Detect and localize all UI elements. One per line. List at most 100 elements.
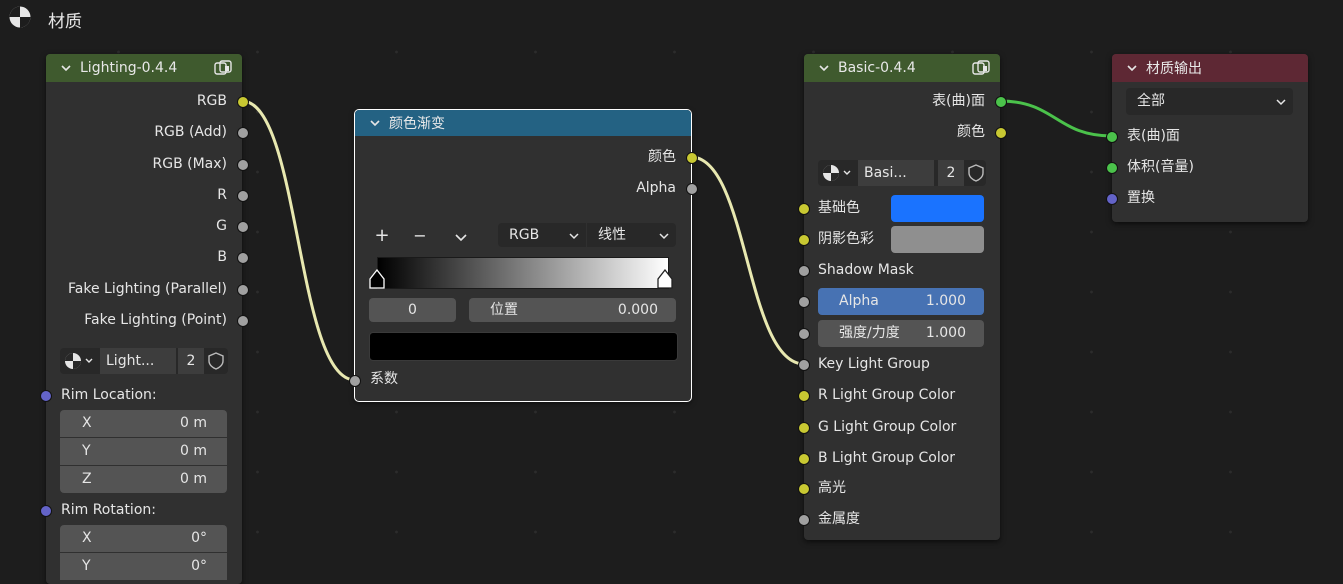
rim-location-x[interactable]: X 0 m	[60, 410, 227, 437]
socket-g-light-in[interactable]	[798, 422, 810, 434]
input-g-light-label: G Light Group Color	[818, 419, 957, 435]
socket-key-light-in[interactable]	[798, 359, 810, 371]
collapse-chevron-icon[interactable]	[818, 62, 830, 74]
node-group-icon[interactable]	[972, 60, 990, 76]
socket-rim-rotation[interactable]	[40, 505, 52, 517]
input-shadow-color-label: 阴影色彩	[818, 231, 874, 247]
socket-alpha-in[interactable]	[798, 296, 810, 308]
material-browse-icon[interactable]	[60, 348, 96, 374]
material-output-header[interactable]: 材质输出	[1112, 54, 1308, 82]
socket-alpha-out[interactable]	[686, 183, 698, 195]
fake-user-shield-icon[interactable]	[206, 351, 226, 371]
chevron-down-icon	[1276, 99, 1286, 106]
gradient-bar[interactable]	[377, 257, 669, 289]
socket-surface-out[interactable]	[995, 96, 1007, 108]
lighting-node[interactable]: Lighting-0.4.4 RGB RGB (Add) RGB (Max) R…	[46, 54, 242, 584]
output-b: B	[217, 249, 227, 265]
chevron-down-icon	[569, 233, 579, 240]
datablock-name[interactable]: Basi...	[858, 160, 934, 186]
target-select[interactable]: 全部	[1126, 88, 1293, 115]
remove-stop-button[interactable]: −	[407, 224, 433, 248]
strength-value: 1.000	[925, 325, 966, 341]
socket-factor-in[interactable]	[349, 375, 361, 387]
rim-location-z-value: 0 m	[180, 471, 207, 487]
basic-node-header[interactable]: Basic-0.4.4	[804, 54, 1000, 82]
output-rgb-add: RGB (Add)	[154, 124, 227, 140]
socket-rgb-max[interactable]	[237, 159, 249, 171]
rim-location-z[interactable]: Z 0 m	[60, 466, 227, 493]
stop-color-swatch[interactable]	[369, 332, 678, 361]
socket-strength-in[interactable]	[798, 328, 810, 340]
output-alpha: Alpha	[636, 180, 676, 196]
rim-rotation-x[interactable]: X 0°	[60, 525, 227, 552]
fake-user-shield-icon[interactable]	[966, 163, 986, 183]
socket-fake-point[interactable]	[237, 315, 249, 327]
shadow-color-swatch[interactable]	[891, 226, 984, 253]
color-mode-select[interactable]: RGB	[498, 223, 586, 247]
socket-rgb-add[interactable]	[237, 127, 249, 139]
output-rgb: RGB	[196, 93, 227, 109]
socket-b-light-in[interactable]	[798, 453, 810, 465]
lighting-node-header[interactable]: Lighting-0.4.4	[46, 54, 242, 82]
editor-title: 材质	[48, 12, 82, 32]
material-output-node[interactable]: 材质输出 全部 表(曲)面 体积(音量) 置换	[1112, 54, 1308, 222]
target-value: 全部	[1137, 93, 1165, 109]
rim-location-x-value: 0 m	[180, 415, 207, 431]
socket-rgb[interactable]	[237, 96, 249, 108]
rim-rotation-x-value: 0°	[191, 530, 207, 546]
rim-location-y[interactable]: Y 0 m	[60, 438, 227, 465]
socket-r-light-in[interactable]	[798, 390, 810, 402]
socket-base-color-in[interactable]	[798, 203, 810, 215]
input-key-light-label: Key Light Group	[818, 356, 930, 372]
socket-surface-in[interactable]	[1106, 131, 1118, 143]
alpha-slider[interactable]: Alpha 1.000	[818, 288, 984, 315]
stop-index-value: 0	[408, 302, 417, 318]
socket-metallic-in[interactable]	[798, 514, 810, 526]
socket-fake-parallel[interactable]	[237, 284, 249, 296]
color-ramp-node[interactable]: 颜色渐变 颜色 Alpha + − RGB 线性 0 位置 0.000 系数	[354, 109, 692, 402]
basic-datablock[interactable]: Basi... 2	[818, 160, 986, 186]
socket-r[interactable]	[237, 190, 249, 202]
collapse-chevron-icon[interactable]	[369, 117, 381, 129]
socket-color-out[interactable]	[686, 152, 698, 164]
interpolation-select[interactable]: 线性	[587, 223, 676, 247]
stop-position-field[interactable]: 位置 0.000	[469, 298, 676, 322]
lighting-datablock[interactable]: Light... 2	[60, 348, 228, 374]
socket-color-out[interactable]	[995, 127, 1007, 139]
axis-z-label: Z	[82, 471, 92, 487]
stop-index-field[interactable]: 0	[369, 298, 456, 322]
collapse-chevron-icon[interactable]	[60, 62, 72, 74]
add-stop-button[interactable]: +	[369, 224, 395, 248]
socket-shadow-color-in[interactable]	[798, 234, 810, 246]
output-g: G	[216, 218, 227, 234]
strength-slider[interactable]: 强度/力度 1.000	[818, 320, 984, 347]
basic-node[interactable]: Basic-0.4.4 表(曲)面 颜色 Basi... 2 基础色 阴影色彩 …	[804, 54, 1000, 540]
rim-rotation-y-value: 0°	[191, 558, 207, 574]
output-r: R	[217, 187, 227, 203]
node-group-icon[interactable]	[214, 60, 232, 76]
collapse-chevron-icon[interactable]	[1126, 62, 1138, 74]
color-stop-handle-white[interactable]	[657, 269, 673, 289]
socket-rim-location[interactable]	[40, 390, 52, 402]
output-fake-point: Fake Lighting (Point)	[84, 312, 227, 328]
socket-shadow-mask-in[interactable]	[798, 265, 810, 277]
socket-volume-in[interactable]	[1106, 162, 1118, 174]
datablock-users[interactable]: 2	[178, 348, 204, 374]
rim-rotation-y[interactable]: Y 0°	[60, 553, 227, 580]
socket-b[interactable]	[237, 252, 249, 264]
datablock-users[interactable]: 2	[938, 160, 964, 186]
socket-highlight-in[interactable]	[798, 483, 810, 495]
datablock-name[interactable]: Light...	[100, 348, 176, 374]
chevron-down-icon[interactable]	[454, 230, 468, 244]
input-surface-label: 表(曲)面	[1127, 128, 1180, 144]
material-browse-icon[interactable]	[818, 160, 854, 186]
socket-g[interactable]	[237, 221, 249, 233]
color-stop-handle-black[interactable]	[369, 269, 385, 289]
input-factor-label: 系数	[370, 371, 398, 387]
color-mode-value: RGB	[509, 227, 540, 243]
color-ramp-header[interactable]: 颜色渐变	[355, 110, 691, 136]
axis-y-label: Y	[82, 558, 91, 574]
output-color: 颜色	[957, 124, 985, 140]
socket-displacement-in[interactable]	[1106, 193, 1118, 205]
base-color-swatch[interactable]	[891, 195, 984, 222]
